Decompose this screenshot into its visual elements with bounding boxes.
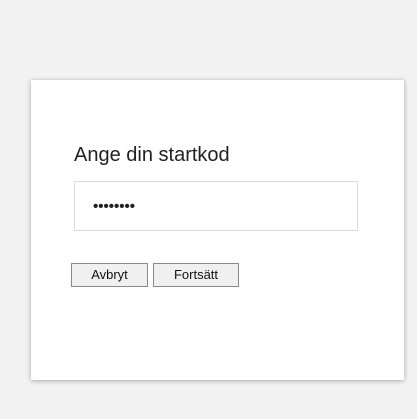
startcode-input[interactable] [74,181,358,231]
page-background: Ange din startkod Avbryt Fortsätt [0,0,417,419]
startcode-dialog: Ange din startkod Avbryt Fortsätt [31,80,404,380]
continue-button[interactable]: Fortsätt [153,263,239,287]
cancel-button[interactable]: Avbryt [71,263,148,287]
dialog-title: Ange din startkod [74,144,230,166]
